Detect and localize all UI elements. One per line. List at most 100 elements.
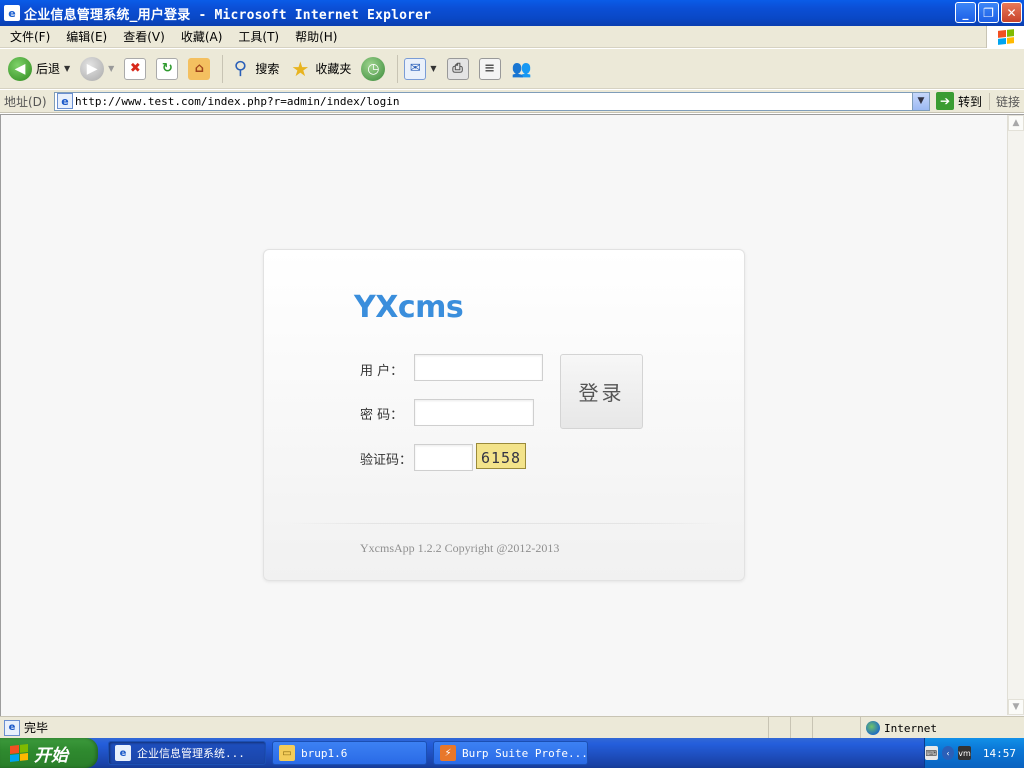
scroll-down-icon[interactable]: ▼	[1008, 699, 1024, 715]
address-label: 地址(D)	[4, 94, 47, 109]
address-box[interactable]: e ▼	[54, 91, 930, 111]
go-button[interactable]: ➔ 转到	[936, 92, 982, 110]
back-dropdown-icon[interactable]: ▼	[64, 64, 70, 73]
login-button[interactable]: 登录	[560, 354, 643, 429]
start-label: 开始	[34, 745, 68, 766]
toolbar: ◀ 后退 ▼ ▶ ▼ ✖ ↻ ⌂ ⚲ 搜索 ★ 收藏夹 ◷ ✉ ▼ ⎙ ≡ 👥	[0, 49, 1024, 89]
search-icon: ⚲	[233, 58, 247, 79]
forward-dropdown-icon[interactable]: ▼	[108, 64, 114, 73]
username-label: 用 户：	[360, 364, 404, 379]
mail-dropdown-icon[interactable]: ▼	[430, 64, 436, 73]
close-button[interactable]: ✕	[1001, 2, 1022, 23]
forward-arrow-icon: ▶	[80, 56, 105, 81]
star-icon: ★	[291, 56, 310, 81]
go-label: 转到	[958, 94, 983, 109]
taskbar-item-burp[interactable]: ⚡ Burp Suite Profe...	[433, 741, 588, 765]
vmware-icon[interactable]: vm	[958, 746, 971, 760]
system-tray: ⌨ ‹ vm 14:57	[924, 738, 1024, 768]
folder-icon: ▭	[279, 745, 295, 761]
menu-help[interactable]: 帮助(H)	[289, 28, 343, 45]
card-divider	[288, 523, 720, 524]
password-label: 密 码：	[360, 408, 404, 423]
ie-icon: e	[115, 745, 131, 761]
windows-flag-icon	[997, 29, 1014, 45]
taskbar: 开始 e 企业信息管理系统... ▭ brup1.6 ⚡ Burp Suite …	[0, 738, 1024, 768]
home-icon: ⌂	[188, 57, 211, 80]
login-card: YXcms 用 户： 密 码： 验证码： 6158 登录 YxcmsApp 1.…	[263, 249, 745, 581]
page-icon: e	[57, 93, 73, 109]
captcha-input[interactable]	[414, 444, 473, 471]
refresh-button[interactable]: ↻	[154, 53, 180, 85]
ie-page-icon: e	[4, 5, 20, 21]
status-bar: e 完毕 Internet	[0, 716, 1024, 738]
mail-button[interactable]: ✉ ▼	[402, 53, 438, 85]
home-button[interactable]: ⌂	[186, 53, 212, 85]
history-icon: ◷	[361, 56, 386, 81]
search-button[interactable]: ⚲ 搜索	[227, 53, 281, 85]
toolbar-separator	[397, 54, 399, 83]
captcha-image[interactable]: 6158	[476, 443, 526, 469]
mail-icon: ✉	[404, 57, 427, 80]
zone-text: Internet	[884, 721, 937, 735]
tray-expand-icon[interactable]: ‹	[941, 746, 955, 760]
password-input[interactable]	[414, 399, 534, 426]
edit-page-icon: ≡	[478, 57, 501, 80]
messenger-icon: 👥	[511, 59, 532, 78]
menu-tools[interactable]: 工具(T)	[232, 28, 285, 45]
menu-bar: 文件(F) 编辑(E) 查看(V) 收藏(A) 工具(T) 帮助(H)	[0, 26, 1024, 48]
menu-file[interactable]: 文件(F)	[4, 28, 56, 45]
favorites-button[interactable]: ★ 收藏夹	[287, 53, 353, 85]
minimize-button[interactable]: _	[955, 2, 976, 23]
clock: 14:57	[982, 746, 1016, 760]
address-input[interactable]	[75, 92, 895, 110]
refresh-icon: ↻	[156, 57, 179, 80]
brand-logo: YXcms	[354, 290, 464, 325]
taskbar-item-label: Burp Suite Profe...	[462, 746, 588, 760]
status-divider	[860, 717, 861, 738]
start-button[interactable]: 开始	[0, 738, 98, 768]
taskbar-item-folder[interactable]: ▭ brup1.6	[272, 741, 427, 765]
messenger-button[interactable]: 👥	[509, 53, 535, 85]
windows-flag-icon	[10, 744, 28, 762]
back-label: 后退	[36, 62, 61, 76]
page-done-icon: e	[4, 719, 20, 736]
status-text: 完毕	[24, 721, 49, 735]
keyboard-icon[interactable]: ⌨	[925, 746, 938, 760]
status-divider	[768, 717, 769, 738]
back-arrow-icon: ◀	[8, 56, 32, 81]
taskbar-item-label: 企业信息管理系统...	[137, 747, 245, 760]
favorites-label: 收藏夹	[315, 62, 352, 76]
print-button[interactable]: ⎙	[445, 53, 471, 85]
address-bar: 地址(D) e ▼ ➔ 转到 链接	[0, 90, 1024, 113]
address-dropdown-icon[interactable]: ▼	[912, 92, 929, 110]
scroll-up-icon[interactable]: ▲	[1008, 115, 1024, 131]
stop-button[interactable]: ✖	[122, 53, 148, 85]
vertical-scrollbar[interactable]: ▲ ▼	[1007, 115, 1024, 715]
stop-icon: ✖	[124, 57, 147, 80]
toolbar-separator	[222, 54, 224, 83]
captcha-label: 验证码：	[360, 453, 413, 468]
search-label: 搜索	[255, 62, 280, 76]
maximize-button[interactable]: ❐	[978, 2, 999, 23]
taskbar-item-ie[interactable]: e 企业信息管理系统...	[108, 741, 266, 765]
username-input[interactable]	[414, 354, 543, 381]
menu-view[interactable]: 查看(V)	[117, 28, 171, 45]
status-divider	[812, 717, 813, 738]
history-button[interactable]: ◷	[359, 53, 387, 85]
copyright-text: YxcmsApp 1.2.2 Copyright @2012-2013	[360, 541, 560, 555]
security-zone: Internet	[866, 719, 937, 737]
taskbar-item-label: brup1.6	[301, 746, 348, 760]
edit-button[interactable]: ≡	[477, 53, 503, 85]
window-title: 企业信息管理系统_用户登录 - Microsoft Internet Explo…	[24, 7, 432, 23]
back-button[interactable]: ◀ 后退 ▼	[6, 53, 72, 85]
menu-favorites[interactable]: 收藏(A)	[175, 28, 229, 45]
forward-button[interactable]: ▶ ▼	[78, 53, 116, 85]
burp-icon: ⚡	[440, 745, 456, 761]
links-button[interactable]: 链接	[988, 93, 1020, 110]
go-arrow-icon: ➔	[936, 92, 954, 110]
page-viewport: YXcms 用 户： 密 码： 验证码： 6158 登录 YxcmsApp 1.…	[0, 114, 1024, 716]
printer-icon: ⎙	[446, 57, 469, 80]
status-divider	[790, 717, 791, 738]
globe-icon	[866, 721, 880, 735]
menu-edit[interactable]: 编辑(E)	[60, 28, 113, 45]
